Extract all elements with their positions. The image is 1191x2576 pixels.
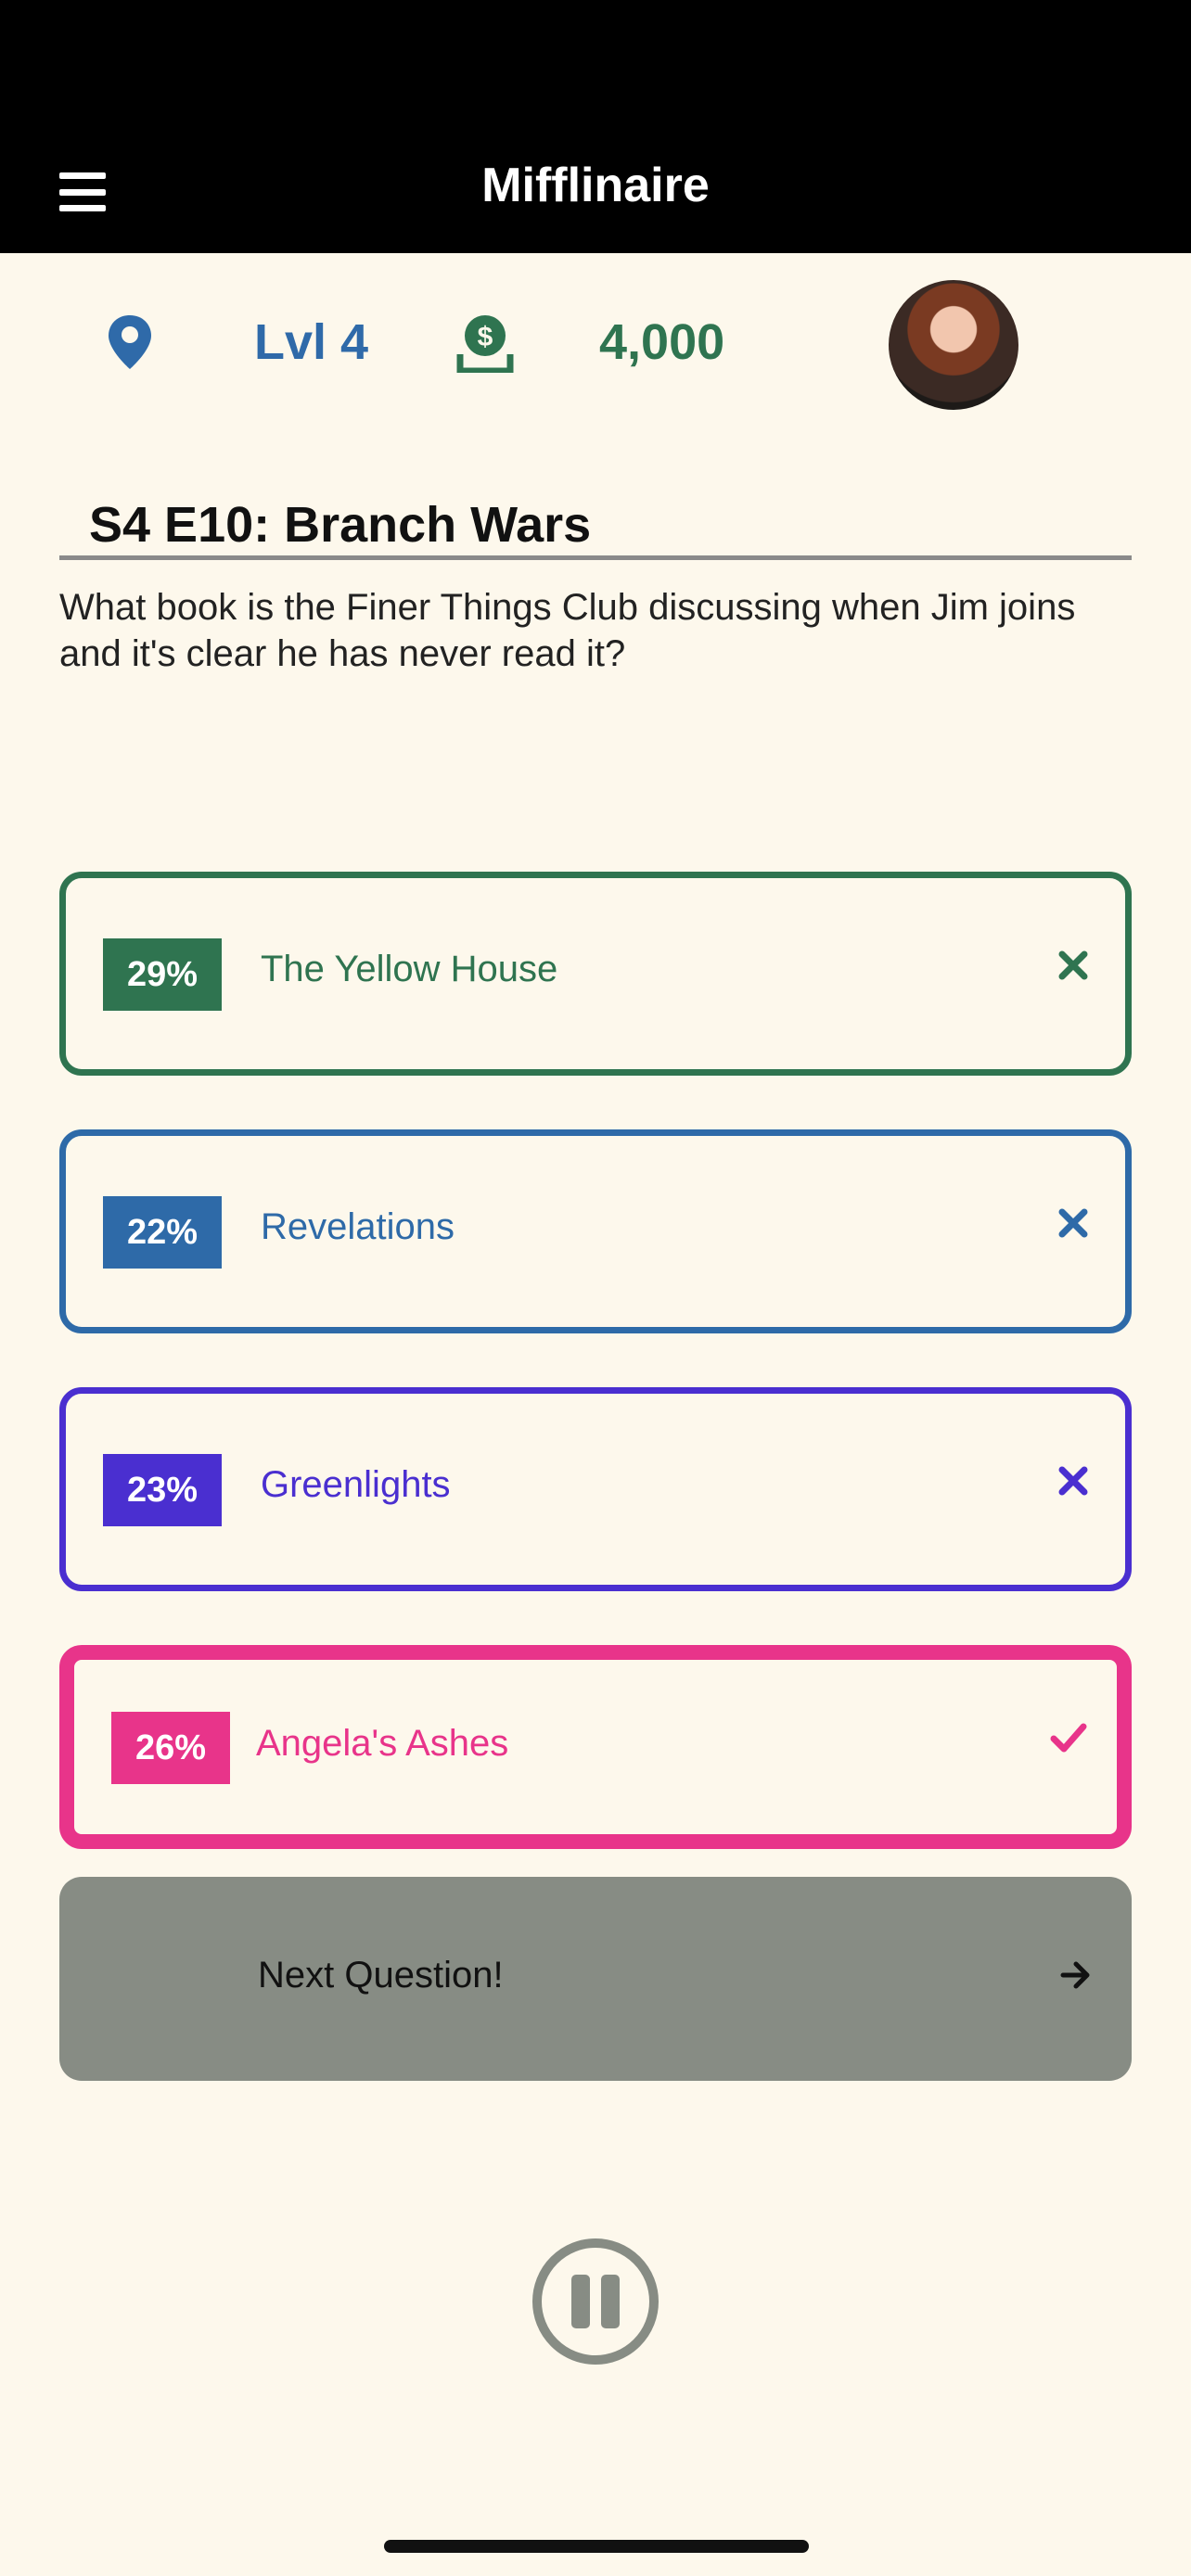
episode-title: S4 E10: Branch Wars bbox=[89, 497, 592, 553]
answer-label: Greenlights bbox=[261, 1464, 451, 1505]
answer-option[interactable]: 29% The Yellow House bbox=[59, 872, 1132, 1076]
answer-option[interactable]: 26% Angela's Ashes bbox=[59, 1645, 1132, 1849]
close-icon bbox=[1058, 950, 1088, 980]
location-pin-icon bbox=[109, 315, 151, 369]
divider bbox=[59, 555, 1132, 560]
answer-percent-badge: 29% bbox=[103, 938, 222, 1011]
answer-percent-badge: 22% bbox=[103, 1196, 222, 1269]
next-question-label: Next Question! bbox=[258, 1955, 504, 1996]
home-indicator bbox=[384, 2540, 809, 2553]
answer-label: The Yellow House bbox=[261, 949, 558, 989]
app-header: Mifflinaire bbox=[0, 0, 1191, 253]
stats-bar: Lvl 4 $ 4,000 bbox=[0, 278, 1191, 410]
pause-button[interactable] bbox=[531, 2238, 660, 2366]
answer-label: Angela's Ashes bbox=[256, 1723, 509, 1764]
next-question-button[interactable]: Next Question! bbox=[59, 1877, 1132, 2081]
answer-percent-badge: 23% bbox=[103, 1454, 222, 1526]
avatar[interactable] bbox=[889, 280, 1018, 410]
close-icon bbox=[1058, 1208, 1088, 1238]
app-title: Mifflinaire bbox=[481, 159, 710, 212]
money-icon: $ bbox=[456, 315, 514, 373]
question-text: What book is the Finer Things Club discu… bbox=[59, 587, 1076, 674]
svg-text:$: $ bbox=[478, 322, 493, 352]
answer-percent-badge: 26% bbox=[111, 1712, 230, 1784]
answer-option[interactable]: 22% Revelations bbox=[59, 1129, 1132, 1333]
answer-label: Revelations bbox=[261, 1206, 455, 1247]
level-label: Lvl 4 bbox=[254, 314, 369, 370]
coin-balance: 4,000 bbox=[599, 314, 725, 370]
close-icon bbox=[1058, 1466, 1088, 1496]
answer-option[interactable]: 23% Greenlights bbox=[59, 1387, 1132, 1591]
arrow-right-icon bbox=[1060, 1961, 1090, 1989]
checkmark-icon bbox=[1050, 1723, 1087, 1753]
